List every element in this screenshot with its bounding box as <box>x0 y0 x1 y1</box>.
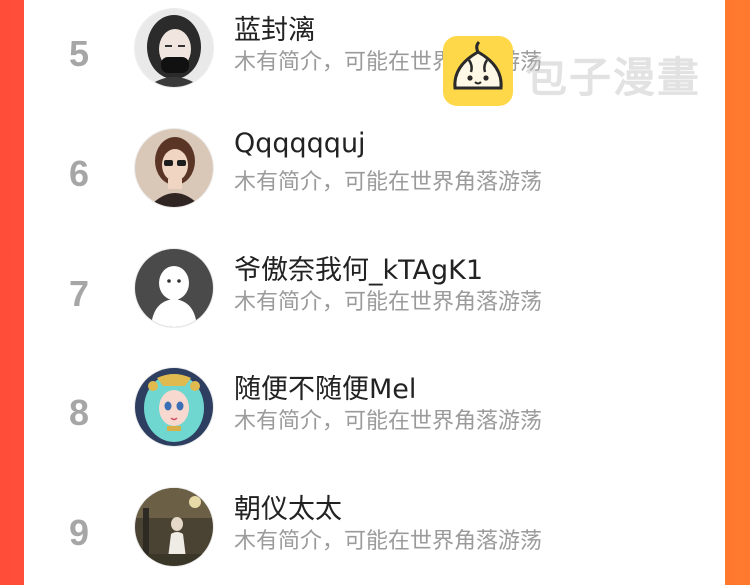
rank-number: 6 <box>68 153 90 194</box>
rank-number: 5 <box>68 33 90 74</box>
list-item[interactable]: 6 Qqqqqquj 木有简介，可能在世界角落游荡 <box>24 128 725 228</box>
user-name[interactable]: 随便不随便Mel <box>234 367 416 406</box>
avatar[interactable] <box>134 128 214 208</box>
user-name[interactable]: 朝仪太太 <box>234 487 342 526</box>
bun-logo-icon <box>443 36 513 106</box>
rank-number: 7 <box>68 273 90 314</box>
user-name[interactable]: 爷傲奈我何_kTAgK1 <box>234 248 483 287</box>
avatar-anime-girl-icon <box>135 368 213 446</box>
avatar[interactable] <box>134 367 214 447</box>
avatar-street-photo-icon <box>135 488 213 566</box>
user-bio: 木有简介，可能在世界角落游荡 <box>234 409 543 434</box>
avatar[interactable] <box>134 248 214 328</box>
avatar[interactable] <box>134 487 214 567</box>
user-bio: 木有简介，可能在世界角落游荡 <box>234 529 543 554</box>
list-item[interactable]: 9 朝仪太太 木有简介，可能在世界角落游荡 <box>24 487 725 585</box>
list-item[interactable]: 7 爷傲奈我何_kTAgK1 木有简介，可能在世界角落游荡 <box>24 248 725 348</box>
avatar-girl-sunglasses-icon <box>135 129 213 207</box>
rank-number: 9 <box>68 512 90 553</box>
watermark: 包子漫畫 <box>443 36 733 106</box>
watermark-text: 包子漫畫 <box>525 53 702 102</box>
list-item[interactable]: 8 随便不随便Mel 木有简介，可能在世界角落游荡 <box>24 367 725 467</box>
rank-number: 8 <box>68 392 90 433</box>
user-name[interactable]: 蓝封漓 <box>234 8 315 47</box>
avatar-default-icon <box>135 249 213 327</box>
user-bio: 木有简介，可能在世界角落游荡 <box>234 170 543 195</box>
avatar-girl-mask-icon <box>135 9 213 87</box>
avatar[interactable] <box>134 8 214 88</box>
user-bio: 木有简介，可能在世界角落游荡 <box>234 290 543 315</box>
user-name[interactable]: Qqqqqquj <box>234 128 366 159</box>
